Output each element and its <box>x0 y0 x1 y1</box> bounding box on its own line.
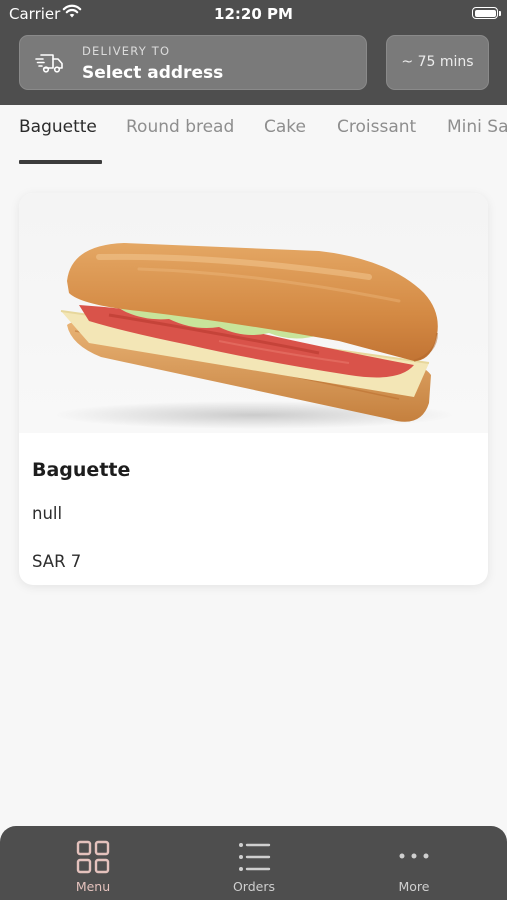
nav-orders[interactable]: Orders <box>189 826 319 900</box>
tab-round-bread[interactable]: Round bread <box>126 117 234 137</box>
nav-menu-label: Menu <box>75 879 111 894</box>
active-tab-indicator <box>19 160 102 164</box>
battery-icon <box>472 7 501 19</box>
top-header: Carrier 12:20 PM DELIVERY TO Select addr… <box>0 0 507 105</box>
nav-more[interactable]: More <box>349 826 479 900</box>
product-image <box>19 193 488 433</box>
tab-cake[interactable]: Cake <box>264 117 306 137</box>
tab-mini-sandwich[interactable]: Mini Sa <box>447 117 507 137</box>
select-address-text: Select address <box>82 63 224 83</box>
delivery-address-button[interactable]: DELIVERY TO Select address <box>19 35 367 90</box>
grid-icon <box>75 839 111 879</box>
delivery-to-label: DELIVERY TO <box>82 44 171 58</box>
clock: 12:20 PM <box>214 5 293 23</box>
product-price: SAR 7 <box>32 552 82 571</box>
product-card[interactable]: Baguette null SAR 7 <box>19 193 488 585</box>
nav-menu[interactable]: Menu <box>28 826 158 900</box>
tab-baguette[interactable]: Baguette <box>19 117 97 137</box>
tab-croissant[interactable]: Croissant <box>337 117 416 137</box>
status-bar: Carrier 12:20 PM <box>0 0 507 28</box>
more-dots-icon <box>396 839 432 879</box>
bottom-navigation: Menu Orders More <box>0 826 507 900</box>
list-icon <box>236 839 272 879</box>
category-tabs: Baguette Round bread Cake Croissant Mini… <box>0 105 507 167</box>
product-description: null <box>32 504 63 523</box>
product-name: Baguette <box>32 459 131 481</box>
delivery-truck-icon <box>35 51 65 79</box>
nav-orders-label: Orders <box>232 879 276 894</box>
delivery-eta-badge[interactable]: ~ 75 mins <box>386 35 489 90</box>
nav-more-label: More <box>398 879 430 894</box>
